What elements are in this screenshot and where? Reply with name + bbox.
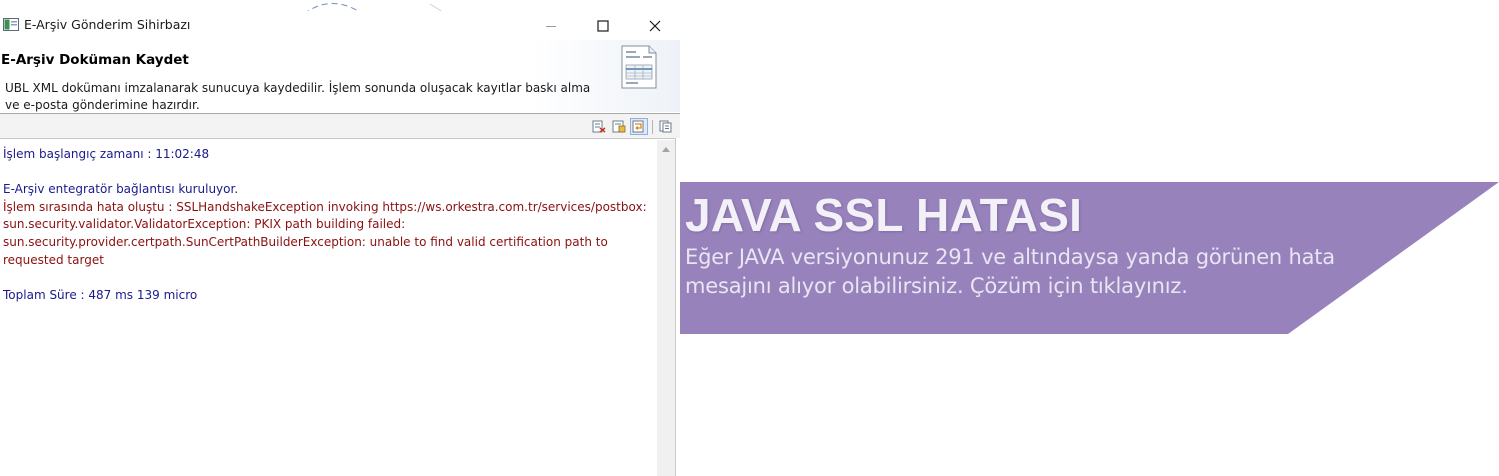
screenshot-page: E-Arşiv Gönderim Sihirbazı E-Arşiv Doküm…	[0, 0, 1499, 476]
scroll-up-button[interactable]	[657, 140, 675, 158]
word-wrap-button[interactable]	[630, 118, 648, 135]
java-ssl-banner[interactable]: JAVA SSL HATASI Eğer JAVA versiyonunuz 2…	[680, 182, 1499, 334]
scroll-lock-button[interactable]	[610, 118, 628, 135]
copy-button[interactable]	[657, 118, 675, 135]
clear-console-icon	[592, 120, 606, 133]
window-title: E-Arşiv Gönderim Sihirbazı	[24, 17, 191, 32]
maximize-button[interactable]	[578, 11, 628, 40]
caret-up-icon	[662, 147, 670, 152]
document-form-icon	[621, 45, 657, 89]
console-line-error: İşlem sırasında hata oluştu : SSLHandsha…	[3, 199, 651, 267]
vertical-scrollbar[interactable]	[657, 140, 675, 476]
copy-icon	[659, 120, 672, 133]
close-button[interactable]	[630, 11, 680, 40]
minimize-button[interactable]	[526, 11, 576, 40]
app-icon	[3, 18, 19, 31]
wizard-header: E-Arşiv Doküman Kaydet UBL XML dokümanı …	[0, 40, 680, 112]
console-line-start-time: İşlem başlangıç zamanı : 11:02:48	[3, 147, 210, 161]
banner-title: JAVA SSL HATASI	[685, 189, 1083, 241]
word-wrap-icon	[632, 120, 644, 133]
wizard-window: E-Arşiv Gönderim Sihirbazı E-Arşiv Doküm…	[0, 11, 680, 476]
close-icon	[649, 20, 661, 31]
minimize-icon	[546, 25, 556, 27]
toolbar-divider	[652, 120, 653, 134]
banner-description: Eğer JAVA versiyonunuz 291 ve altındaysa…	[685, 245, 1335, 298]
console-line-connecting: E-Arşiv entegratör bağlantısı kuruluyor.	[3, 182, 239, 197]
scroll-lock-icon	[612, 120, 626, 133]
title-bar[interactable]: E-Arşiv Gönderim Sihirbazı	[0, 11, 680, 40]
page-title: E-Arşiv Doküman Kaydet	[1, 52, 189, 68]
page-description: UBL XML dokümanı imzalanarak sunucuya ka…	[5, 81, 591, 112]
console-line-total-time: Toplam Süre : 487 ms 139 micro	[3, 287, 198, 302]
console-toolbar	[0, 114, 680, 138]
console-text: İşlem başlangıç zamanı : 11:02:48 E-Arşi…	[3, 146, 653, 304]
maximize-icon	[597, 19, 609, 32]
clear-console-button[interactable]	[590, 118, 608, 135]
console-output[interactable]: İşlem başlangıç zamanı : 11:02:48 E-Arşi…	[0, 138, 676, 476]
